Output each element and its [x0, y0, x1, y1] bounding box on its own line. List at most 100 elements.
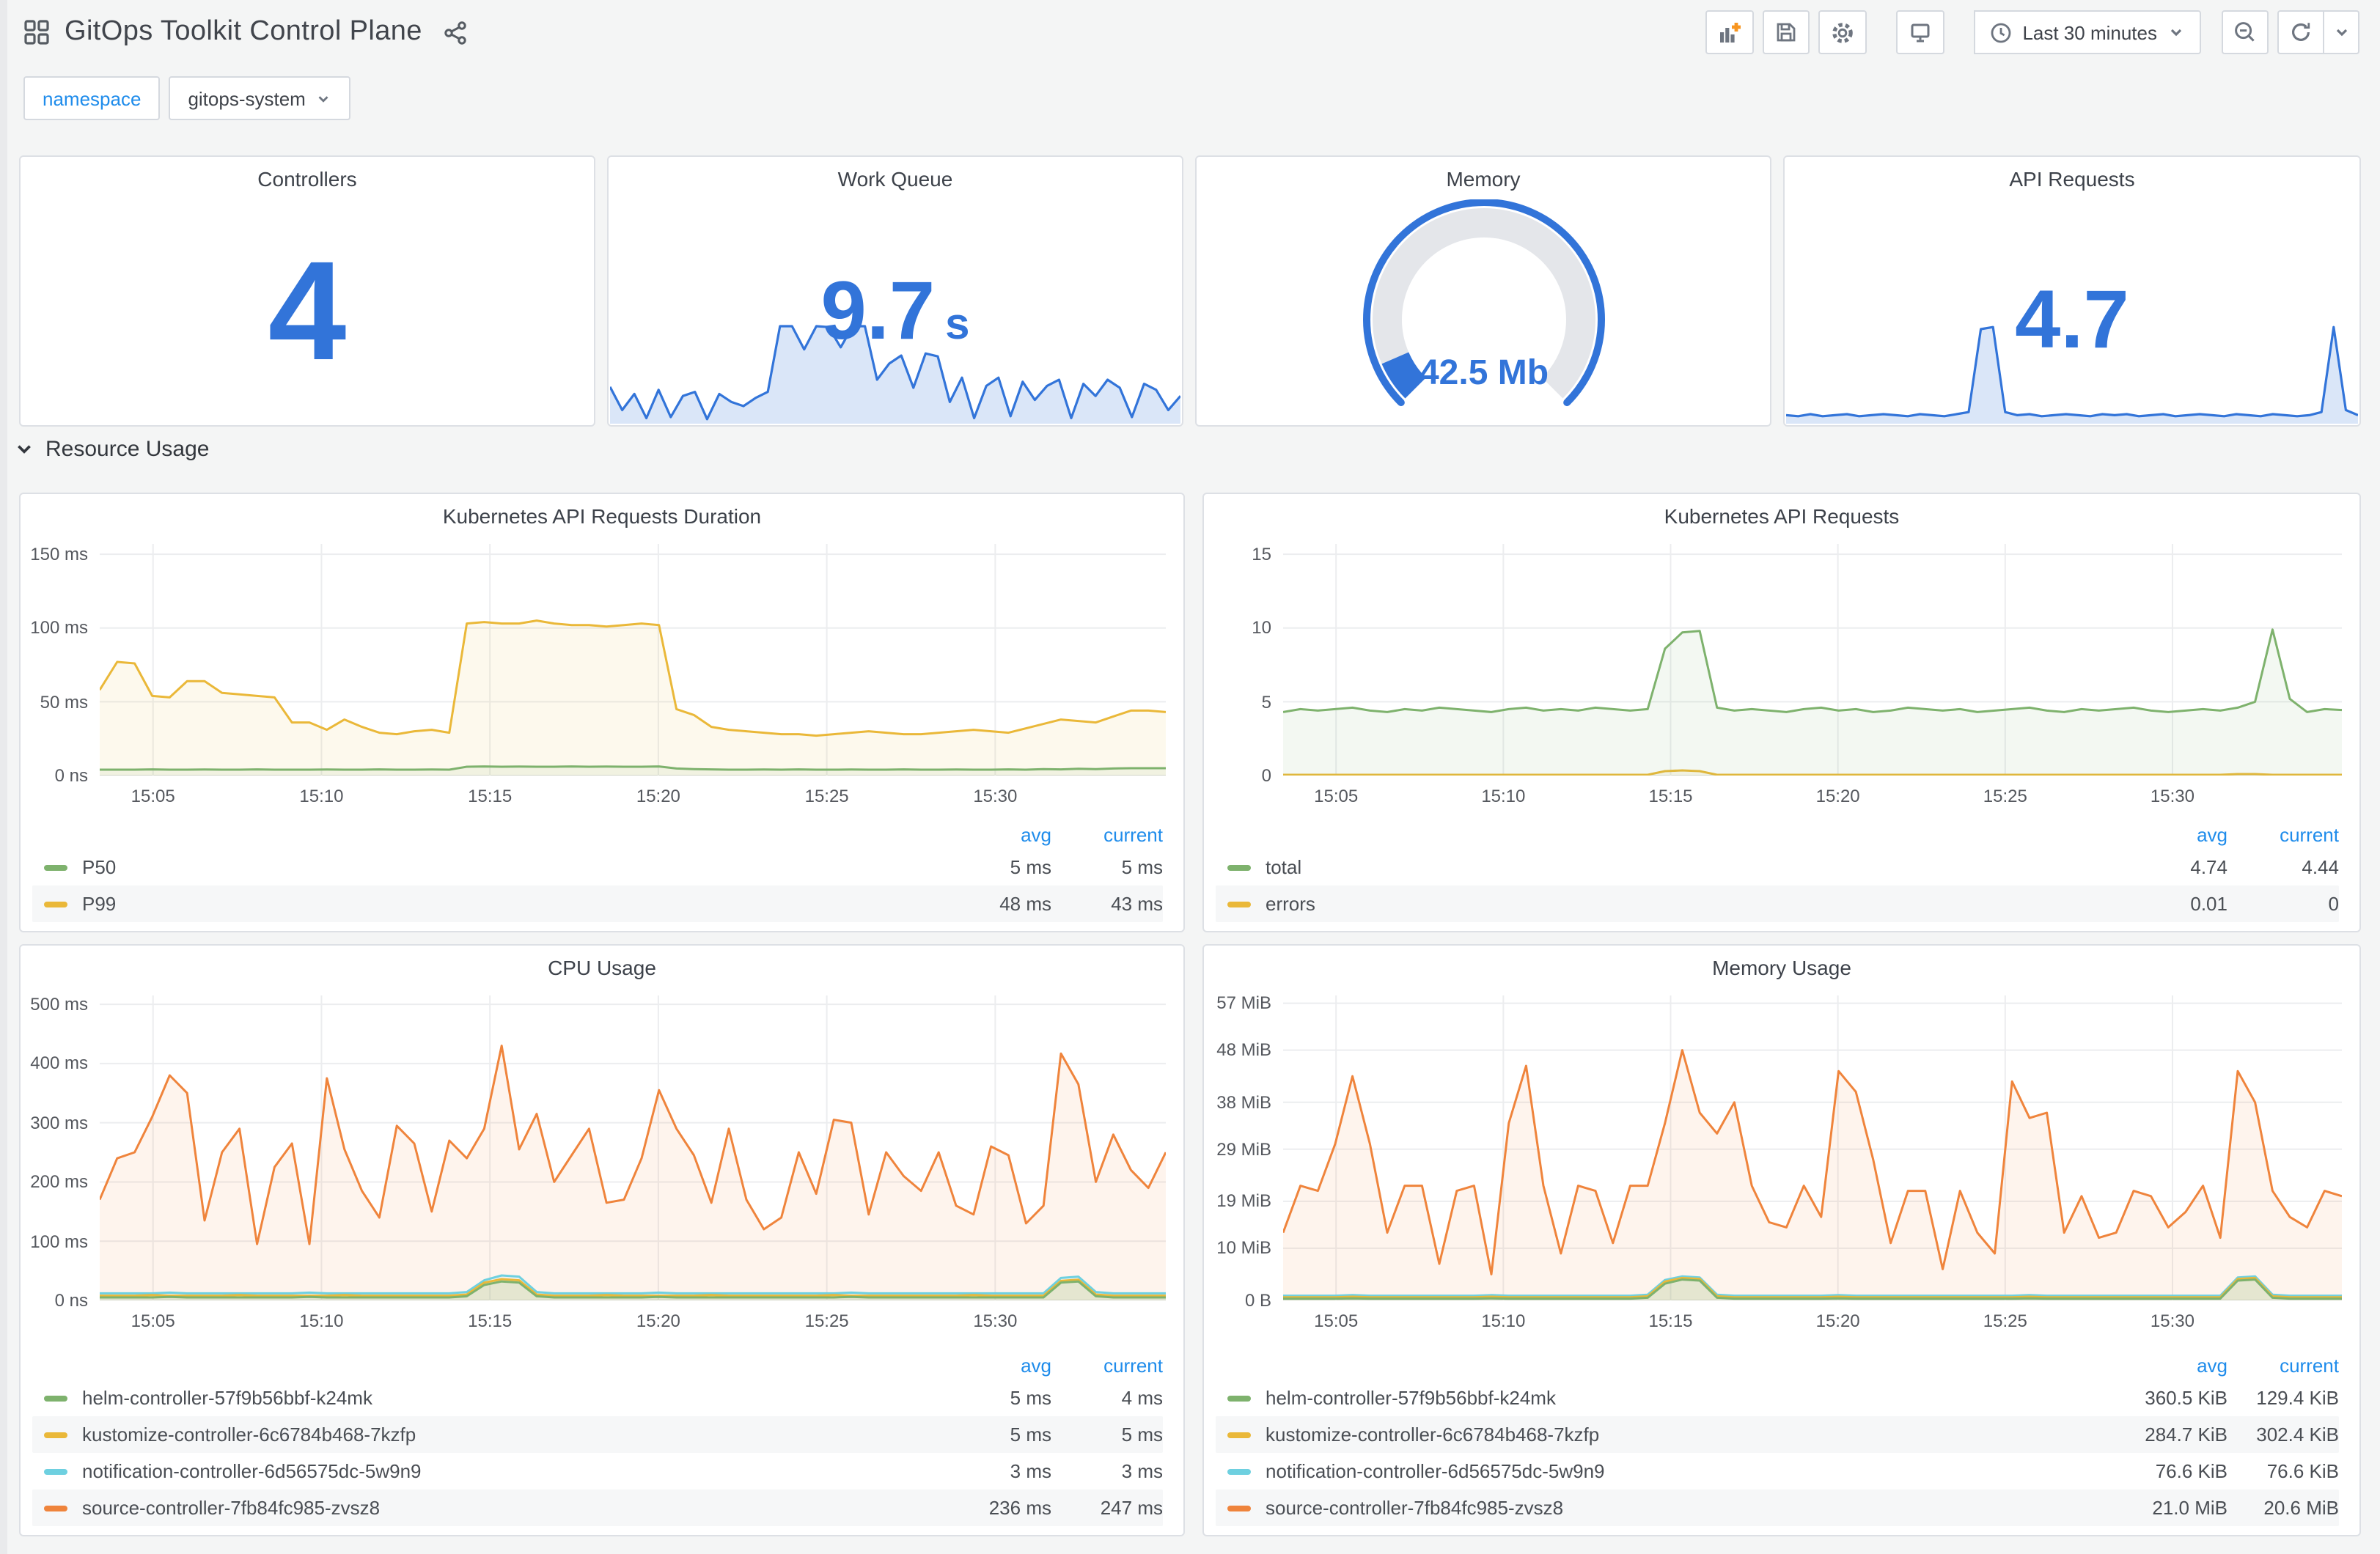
- series-current: 247 ms: [1100, 1497, 1163, 1519]
- x-tick-label: 15:15: [1648, 1311, 1693, 1331]
- page-title[interactable]: GitOps Toolkit Control Plane: [65, 16, 422, 48]
- series-current: 5 ms: [1121, 1424, 1163, 1446]
- refresh-interval-dropdown[interactable]: [2324, 10, 2359, 54]
- legend-row[interactable]: source-controller-7fb84fc985-zvsz8 21.0 M…: [1216, 1489, 2339, 1526]
- panel-api-requests[interactable]: API Requests 4.7: [1783, 155, 2361, 427]
- legend-sort-current[interactable]: current: [1051, 1354, 1163, 1376]
- legend-row[interactable]: notification-controller-6d56575dc-5w9n9 7…: [1216, 1453, 2339, 1489]
- time-range-label: Last 30 minutes: [2022, 21, 2157, 43]
- series-color-swatch[interactable]: [1227, 901, 1251, 907]
- chart-plot[interactable]: [100, 544, 1166, 776]
- y-tick-label: 150 ms: [30, 544, 88, 565]
- panel-memory[interactable]: Memory 42.5 Mb: [1195, 155, 1771, 427]
- panel-k8s-api-requests[interactable]: Kubernetes API Requests 0 5 10 15 15:05 15:1…: [1202, 493, 2361, 932]
- y-tick-label: 50 ms: [40, 691, 88, 712]
- legend-sort-avg[interactable]: avg: [2125, 1354, 2227, 1376]
- legend-row[interactable]: P50 5 ms 5 ms: [32, 849, 1163, 885]
- panel-cpu-usage[interactable]: CPU Usage 0 ns 100 ms 200 ms 300 ms 400 ms 50…: [19, 944, 1185, 1536]
- gauge-value: 42.5 Mb: [1419, 353, 1548, 391]
- y-tick-label: 29 MiB: [1216, 1138, 1271, 1160]
- panel-title[interactable]: Controllers: [21, 157, 594, 198]
- panel-title[interactable]: CPU Usage: [21, 946, 1183, 987]
- series-color-swatch[interactable]: [1227, 1505, 1251, 1511]
- legend-row[interactable]: kustomize-controller-6c6784b468-7kzfp 284…: [1216, 1416, 2339, 1453]
- panel-title[interactable]: Kubernetes API Requests: [1204, 494, 2359, 535]
- legend-sort-avg[interactable]: avg: [949, 823, 1051, 845]
- legend-row[interactable]: helm-controller-57f9b56bbf-k24mk 360.5 Ki…: [1216, 1380, 2339, 1416]
- legend-row[interactable]: source-controller-7fb84fc985-zvsz8 236 ms…: [32, 1489, 1163, 1526]
- panel-memory-usage[interactable]: Memory Usage 0 B 10 MiB 19 MiB 29 MiB 38 MiB…: [1202, 944, 2361, 1536]
- legend-sort-avg[interactable]: avg: [949, 1354, 1051, 1376]
- series-name[interactable]: notification-controller-6d56575dc-5w9n9: [82, 1460, 949, 1482]
- refresh-button[interactable]: [2277, 10, 2324, 54]
- series-color-swatch[interactable]: [44, 901, 67, 907]
- series-color-swatch[interactable]: [44, 864, 67, 870]
- x-tick-label: 15:20: [1815, 1311, 1860, 1331]
- chart-plot[interactable]: [1283, 995, 2342, 1300]
- series-name[interactable]: helm-controller-57f9b56bbf-k24mk: [1266, 1387, 2125, 1409]
- series-color-swatch[interactable]: [44, 1468, 67, 1474]
- series-color-swatch[interactable]: [1227, 1468, 1251, 1474]
- zoom-out-button[interactable]: [2222, 10, 2269, 54]
- series-color-swatch[interactable]: [1227, 864, 1251, 870]
- x-axis: 15:05 15:10 15:15 15:20 15:25 15:30: [1283, 778, 2342, 808]
- row-toggle-resource-usage[interactable]: Resource Usage: [15, 437, 209, 462]
- panel-title[interactable]: Work Queue: [609, 157, 1182, 198]
- chart-plot[interactable]: [100, 995, 1166, 1300]
- x-tick-label: 15:30: [973, 1311, 1018, 1331]
- chart-plot[interactable]: [1283, 544, 2342, 776]
- chevron-down-icon: [2170, 29, 2182, 37]
- dashboard-settings-button[interactable]: [1818, 10, 1867, 54]
- series-avg: 48 ms: [999, 893, 1051, 915]
- x-tick-label: 15:30: [2150, 786, 2194, 806]
- namespace-select[interactable]: gitops-system: [169, 76, 351, 120]
- x-tick-label: 15:10: [1481, 786, 1526, 806]
- series-name[interactable]: errors: [1266, 893, 2125, 915]
- legend-row[interactable]: P99 48 ms 43 ms: [32, 885, 1163, 922]
- y-tick-label: 500 ms: [30, 994, 88, 1015]
- series-color-swatch[interactable]: [1227, 1432, 1251, 1437]
- series-name[interactable]: source-controller-7fb84fc985-zvsz8: [1266, 1497, 2125, 1519]
- series-name[interactable]: source-controller-7fb84fc985-zvsz8: [82, 1497, 949, 1519]
- legend-row[interactable]: helm-controller-57f9b56bbf-k24mk 5 ms 4 ms: [32, 1380, 1163, 1416]
- add-panel-button[interactable]: [1705, 10, 1755, 54]
- series-name[interactable]: total: [1266, 856, 2125, 878]
- legend-row[interactable]: notification-controller-6d56575dc-5w9n9 3…: [32, 1453, 1163, 1489]
- series-color-swatch[interactable]: [44, 1432, 67, 1437]
- legend-row[interactable]: total 4.74 4.44: [1216, 849, 2339, 885]
- series-name[interactable]: kustomize-controller-6c6784b468-7kzfp: [1266, 1424, 2125, 1446]
- series-color-swatch[interactable]: [44, 1395, 67, 1401]
- time-range-picker[interactable]: Last 30 minutes: [1974, 10, 2201, 54]
- legend-sort-current[interactable]: current: [2227, 823, 2339, 845]
- panel-work-queue[interactable]: Work Queue 9.7 s: [607, 155, 1183, 427]
- legend-sort-avg[interactable]: avg: [2125, 823, 2227, 845]
- series-current: 43 ms: [1111, 893, 1163, 915]
- x-tick-label: 15:05: [131, 786, 175, 806]
- legend-sort-current[interactable]: current: [2227, 1354, 2339, 1376]
- series-name[interactable]: P50: [82, 856, 949, 878]
- series-current: 20.6 MiB: [2263, 1497, 2339, 1519]
- legend-row[interactable]: kustomize-controller-6c6784b468-7kzfp 5 m…: [32, 1416, 1163, 1453]
- legend-sort-current[interactable]: current: [1051, 823, 1163, 845]
- dashboard-grid-icon[interactable]: [23, 19, 50, 45]
- legend-row[interactable]: errors 0.01 0: [1216, 885, 2339, 922]
- clock-icon: [1991, 22, 2011, 43]
- panel-controllers[interactable]: Controllers 4: [19, 155, 595, 427]
- panel-k8s-api-requests-duration[interactable]: Kubernetes API Requests Duration 0 ns 50 …: [19, 493, 1185, 932]
- panel-title[interactable]: Memory Usage: [1204, 946, 2359, 987]
- tv-mode-button[interactable]: [1896, 10, 1945, 54]
- series-color-swatch[interactable]: [44, 1505, 67, 1511]
- share-icon[interactable]: [443, 20, 468, 45]
- panel-title[interactable]: Kubernetes API Requests Duration: [21, 494, 1183, 535]
- series-name[interactable]: kustomize-controller-6c6784b468-7kzfp: [82, 1424, 949, 1446]
- save-dashboard-button[interactable]: [1763, 10, 1810, 54]
- series-name[interactable]: helm-controller-57f9b56bbf-k24mk: [82, 1387, 949, 1409]
- y-tick-label: 0 ns: [54, 765, 88, 786]
- series-name[interactable]: P99: [82, 893, 949, 915]
- y-tick-label: 5: [1261, 691, 1271, 712]
- y-tick-label: 100 ms: [30, 617, 88, 638]
- panel-title[interactable]: API Requests: [1785, 157, 2359, 198]
- series-name[interactable]: notification-controller-6d56575dc-5w9n9: [1266, 1460, 2125, 1482]
- x-tick-label: 15:25: [1983, 1311, 2027, 1331]
- series-color-swatch[interactable]: [1227, 1395, 1251, 1401]
